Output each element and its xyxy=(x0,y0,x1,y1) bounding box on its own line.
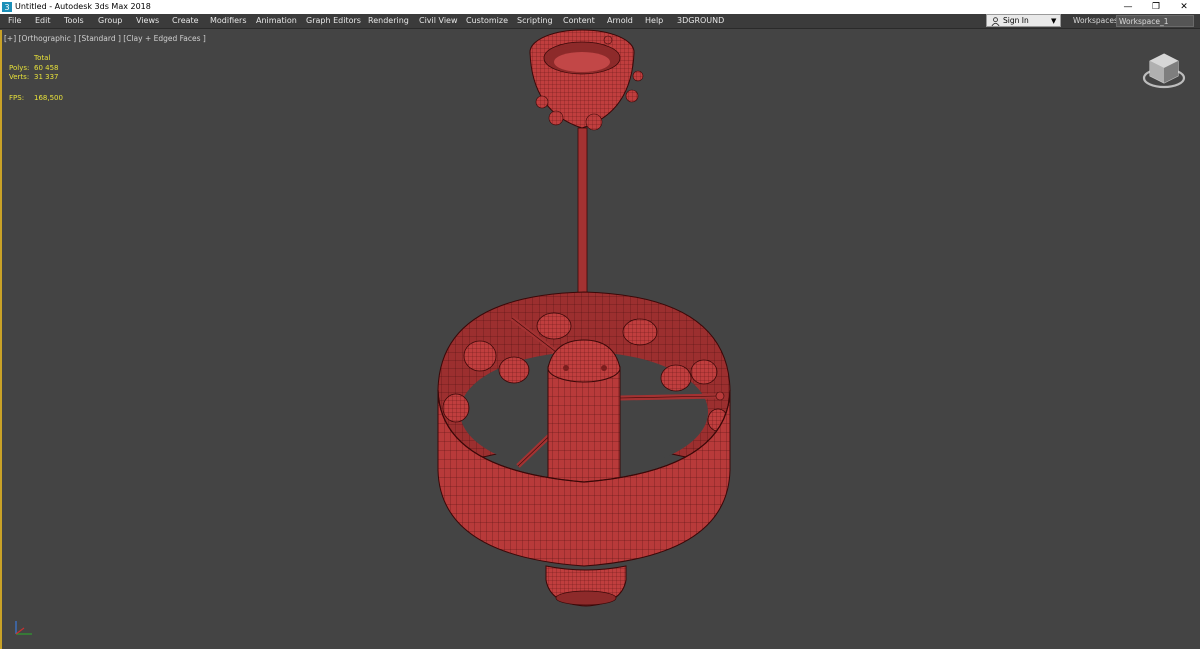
menu-arnold[interactable]: Arnold xyxy=(607,14,633,28)
menu-file[interactable]: File xyxy=(8,14,21,28)
menu-rendering[interactable]: Rendering xyxy=(368,14,409,28)
workspaces-select[interactable]: Workspace_1 xyxy=(1116,15,1194,27)
menu-scripting[interactable]: Scripting xyxy=(517,14,553,28)
sign-in-dropdown[interactable]: Sign In ▼ xyxy=(986,14,1061,27)
viewcube-icon[interactable] xyxy=(1140,48,1188,92)
menu-civil-view[interactable]: Civil View xyxy=(419,14,458,28)
stats-fps-label: FPS: xyxy=(9,94,25,102)
stats-header: Total xyxy=(34,54,51,62)
window-title: Untitled - Autodesk 3ds Max 2018 xyxy=(15,2,151,11)
stats-polys-label: Polys: xyxy=(9,64,30,72)
menu-help[interactable]: Help xyxy=(645,14,663,28)
minimize-button[interactable]: — xyxy=(1114,0,1142,14)
close-button[interactable]: ✕ xyxy=(1170,0,1198,14)
menu-customize[interactable]: Customize xyxy=(466,14,508,28)
workspaces-label: Workspaces: xyxy=(1073,16,1121,25)
chevron-down-icon: ▼ xyxy=(1051,17,1057,25)
bottom-finial xyxy=(545,565,627,607)
stats-verts-label: Verts: xyxy=(9,73,30,81)
menu-graph-editors[interactable]: Graph Editors xyxy=(306,14,361,28)
svg-text:3: 3 xyxy=(4,3,9,12)
menu-tools[interactable]: Tools xyxy=(64,14,84,28)
chandelier-model[interactable] xyxy=(430,28,740,610)
user-icon xyxy=(991,17,1000,26)
stats-polys-value: 60 458 xyxy=(34,64,59,72)
workspaces-value: Workspace_1 xyxy=(1119,17,1169,26)
axis-tripod-icon xyxy=(15,621,32,635)
stats-fps-value: 168,500 xyxy=(34,94,63,102)
menu-edit[interactable]: Edit xyxy=(35,14,51,28)
viewport-label[interactable]: [+] [Orthographic ] [Standard ] [Clay + … xyxy=(4,34,206,44)
title-bar: 3 Untitled - Autodesk 3ds Max 2018 — ❐ ✕ xyxy=(0,0,1200,14)
menu-modifiers[interactable]: Modifiers xyxy=(210,14,247,28)
menu-group[interactable]: Group xyxy=(98,14,122,28)
canopy xyxy=(529,29,644,131)
menu-3dground[interactable]: 3DGROUND xyxy=(677,14,724,28)
stats-verts-value: 31 337 xyxy=(34,73,59,81)
menu-create[interactable]: Create xyxy=(172,14,199,28)
app-icon: 3 xyxy=(2,2,12,12)
menu-content[interactable]: Content xyxy=(563,14,595,28)
central-column xyxy=(547,339,621,489)
menu-views[interactable]: Views xyxy=(136,14,159,28)
maximize-button[interactable]: ❐ xyxy=(1142,0,1170,14)
menu-animation[interactable]: Animation xyxy=(256,14,297,28)
sign-in-label: Sign In xyxy=(1003,16,1029,25)
